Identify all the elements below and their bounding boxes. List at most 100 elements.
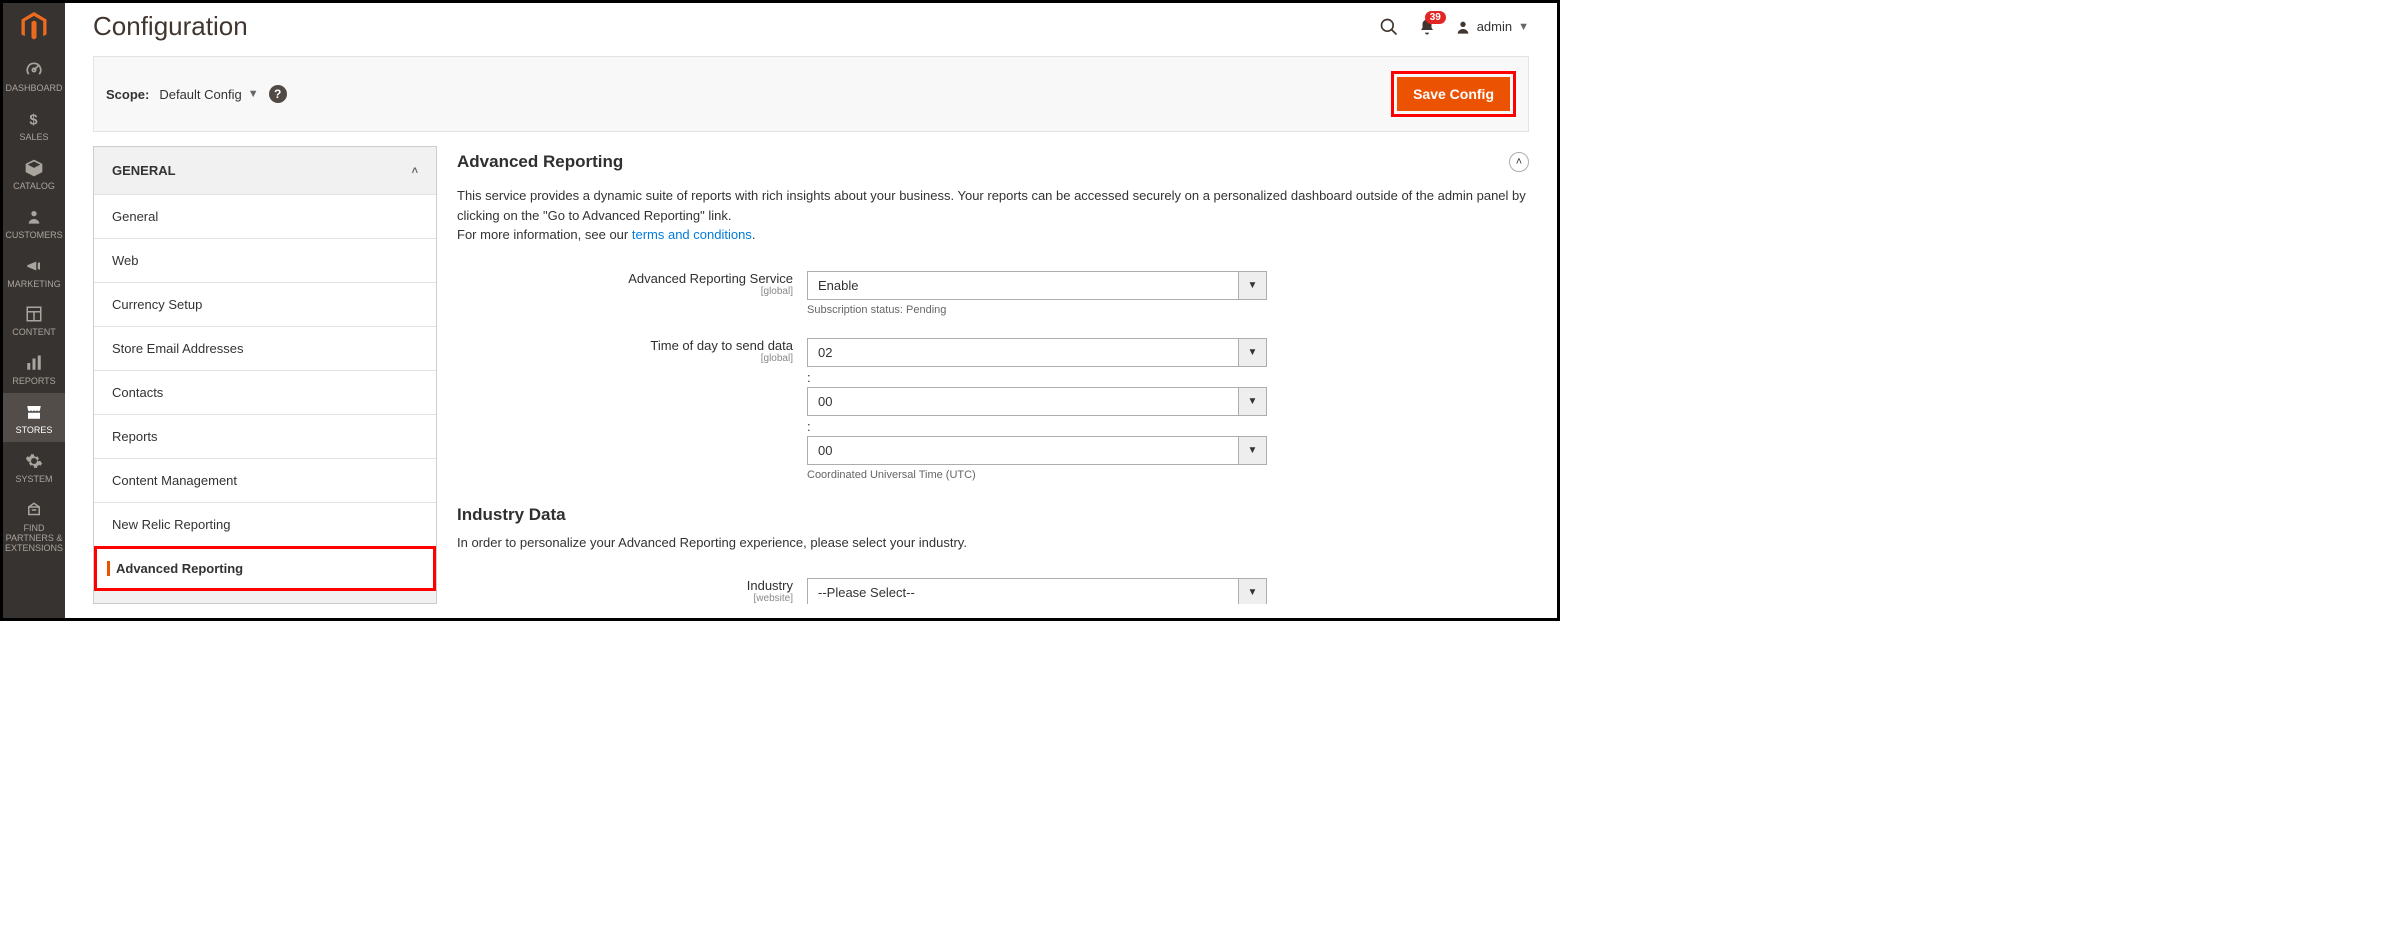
scope-left: Scope: Default Config ▼ ? (106, 85, 287, 103)
box-icon (23, 157, 45, 179)
svg-text:$: $ (29, 112, 37, 128)
industry-select-value: --Please Select-- (807, 578, 1239, 604)
store-icon (23, 401, 45, 423)
config-item-contacts[interactable]: Contacts (94, 370, 436, 414)
settings-panel: Advanced Reporting ˄ This service provid… (437, 146, 1529, 604)
time-hour-select[interactable]: 02 ▼ (807, 338, 1267, 367)
nav-content-label: CONTENT (12, 328, 56, 338)
time-min-select[interactable]: 00 ▼ (807, 387, 1267, 416)
notification-badge: 39 (1425, 11, 1446, 24)
field-service-label: Advanced Reporting Service [global] (457, 271, 807, 297)
config-nav: GENERAL ˄ General Web Currency Setup Sto… (93, 146, 437, 604)
admin-label: admin (1477, 19, 1512, 34)
nav-reports[interactable]: REPORTS (3, 344, 65, 393)
nav-reports-label: REPORTS (12, 377, 55, 387)
section-advanced-reporting-head[interactable]: Advanced Reporting ˄ (457, 146, 1529, 186)
nav-stores-label: STORES (16, 426, 53, 436)
nav-catalog-label: CATALOG (13, 182, 55, 192)
magento-logo-icon (20, 12, 48, 42)
section-title: Advanced Reporting (457, 152, 623, 172)
time-note: Coordinated Universal Time (UTC) (807, 465, 1267, 481)
nav-dashboard[interactable]: DASHBOARD (3, 51, 65, 100)
industry-select[interactable]: --Please Select-- ▼ (807, 578, 1267, 604)
config-item-advanced-reporting[interactable]: Advanced Reporting (94, 546, 436, 591)
nav-sales[interactable]: $ SALES (3, 100, 65, 149)
nav-catalog[interactable]: CATALOG (3, 149, 65, 198)
gauge-icon (23, 59, 45, 81)
scope-help-icon[interactable]: ? (269, 85, 287, 103)
page-title: Configuration (93, 11, 248, 42)
magento-logo[interactable] (3, 3, 65, 51)
admin-account-dropdown[interactable]: admin ▼ (1455, 19, 1529, 35)
config-item-content-mgmt[interactable]: Content Management (94, 458, 436, 502)
app-root: DASHBOARD $ SALES CATALOG CUSTOMERS MARK… (0, 0, 1560, 621)
scope-value: Default Config (159, 87, 241, 102)
config-item-general[interactable]: General (94, 194, 436, 238)
nav-content[interactable]: CONTENT (3, 295, 65, 344)
desc-line1: This service provides a dynamic suite of… (457, 188, 1526, 223)
main-area: Configuration 39 admin ▼ Scope: Default … (65, 3, 1557, 618)
chevron-down-icon: ▼ (1518, 21, 1529, 33)
service-note: Subscription status: Pending (807, 300, 1267, 316)
nav-stores[interactable]: STORES (3, 393, 65, 442)
nav-partners-label: FIND PARTNERS & EXTENSIONS (3, 524, 65, 554)
config-items: General Web Currency Setup Store Email A… (94, 194, 436, 591)
gear-icon (23, 450, 45, 472)
chevron-down-icon: ▼ (1239, 387, 1267, 416)
field-industry-label: Industry [website] (457, 578, 807, 604)
field-service: Advanced Reporting Service [global] Enab… (457, 249, 1529, 316)
field-industry-control: --Please Select-- ▼ (807, 578, 1267, 604)
person-icon (23, 206, 45, 228)
collapse-icon[interactable]: ˄ (1509, 152, 1529, 172)
chevron-down-icon: ▼ (1239, 338, 1267, 367)
config-item-web[interactable]: Web (94, 238, 436, 282)
nav-partners[interactable]: FIND PARTNERS & EXTENSIONS (3, 491, 65, 560)
admin-sidebar: DASHBOARD $ SALES CATALOG CUSTOMERS MARK… (3, 3, 65, 618)
config-item-new-relic[interactable]: New Relic Reporting (94, 502, 436, 546)
field-industry: Industry [website] --Please Select-- ▼ (457, 556, 1529, 604)
save-config-button[interactable]: Save Config (1397, 77, 1510, 111)
config-group-general[interactable]: GENERAL ˄ (94, 147, 436, 194)
desc-line2-prefix: For more information, see our (457, 227, 632, 242)
industry-scope: [website] (457, 593, 793, 604)
time-min-value: 00 (807, 387, 1239, 416)
nav-system[interactable]: SYSTEM (3, 442, 65, 491)
scope-selector[interactable]: Default Config ▼ (159, 87, 258, 102)
nav-marketing-label: MARKETING (7, 280, 61, 290)
field-service-control: Enable ▼ Subscription status: Pending (807, 271, 1267, 316)
field-time-label: Time of day to send data [global] (457, 338, 807, 364)
nav-customers[interactable]: CUSTOMERS (3, 198, 65, 247)
bar-chart-icon (23, 352, 45, 374)
nav-marketing[interactable]: MARKETING (3, 247, 65, 296)
time-colon2: : (807, 416, 1267, 436)
content-area: GENERAL ˄ General Web Currency Setup Sto… (65, 132, 1557, 618)
service-select[interactable]: Enable ▼ (807, 271, 1267, 300)
scope-bar: Scope: Default Config ▼ ? Save Config (93, 56, 1529, 132)
scope-label: Scope: (106, 87, 149, 102)
config-item-advanced-reporting-wrap: Advanced Reporting (94, 546, 436, 591)
field-time: Time of day to send data [global] 02 ▼ :… (457, 316, 1529, 481)
field-time-control: 02 ▼ : 00 ▼ : 00 ▼ Coordinate (807, 338, 1267, 481)
megaphone-icon (23, 255, 45, 277)
nav-customers-label: CUSTOMERS (5, 231, 62, 241)
save-highlight: Save Config (1391, 71, 1516, 117)
time-sec-select[interactable]: 00 ▼ (807, 436, 1267, 465)
topbar: Configuration 39 admin ▼ (65, 3, 1557, 50)
top-icons: 39 admin ▼ (1379, 17, 1529, 37)
industry-desc: In order to personalize your Advanced Re… (457, 533, 1529, 557)
search-icon[interactable] (1379, 17, 1399, 37)
time-label-text: Time of day to send data (650, 338, 793, 353)
config-item-advanced-reporting-label: Advanced Reporting (107, 561, 419, 576)
user-icon (1455, 19, 1471, 35)
industry-label-text: Industry (747, 578, 793, 593)
layout-icon (23, 303, 45, 325)
terms-link[interactable]: terms and conditions (632, 227, 752, 242)
config-item-reports[interactable]: Reports (94, 414, 436, 458)
section-description: This service provides a dynamic suite of… (457, 186, 1529, 249)
notifications-button[interactable]: 39 (1417, 17, 1437, 37)
config-item-store-email[interactable]: Store Email Addresses (94, 326, 436, 370)
config-item-currency[interactable]: Currency Setup (94, 282, 436, 326)
chevron-down-icon: ▼ (1239, 578, 1267, 604)
service-select-value: Enable (807, 271, 1239, 300)
service-label-text: Advanced Reporting Service (628, 271, 793, 286)
